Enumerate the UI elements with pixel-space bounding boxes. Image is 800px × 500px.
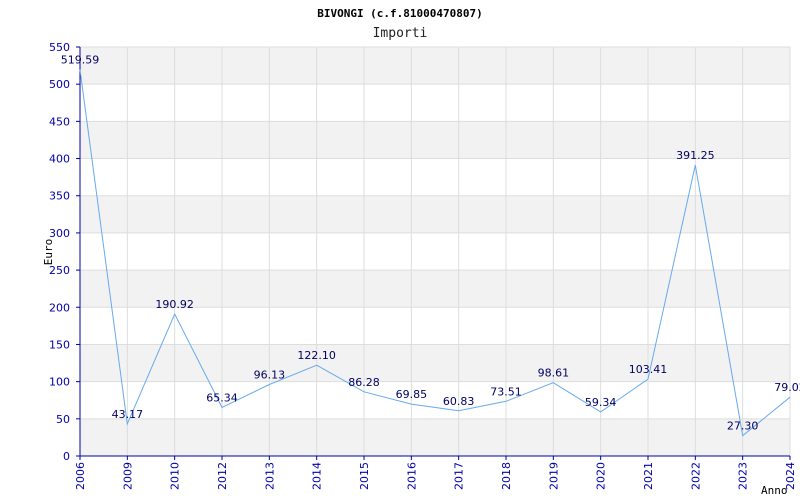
data-label: 190.92 bbox=[155, 298, 194, 311]
x-axis-ticks: 2006 2009 2010 2012 2013 2014 2015 2016 2017 2018… bbox=[74, 456, 797, 490]
y-tick-label: 450 bbox=[49, 115, 70, 128]
chart-title: BIVONGI (c.f.81000470807) bbox=[317, 7, 483, 20]
grid-bands bbox=[80, 47, 790, 456]
y-axis-label: Euro bbox=[42, 239, 55, 266]
x-tick-label: 2006 bbox=[74, 462, 87, 490]
y-tick-label: 50 bbox=[56, 413, 70, 426]
grid-band bbox=[80, 344, 790, 382]
x-tick-label: 2013 bbox=[263, 462, 276, 490]
line-chart: 050100150200250300350400450500550 2006 20… bbox=[42, 7, 800, 497]
data-label: 122.10 bbox=[297, 349, 336, 362]
data-label: 59.34 bbox=[585, 396, 617, 409]
data-label: 43.17 bbox=[112, 408, 144, 421]
y-tick-label: 350 bbox=[49, 190, 70, 203]
data-label: 79.02 bbox=[774, 381, 800, 394]
data-label: 65.34 bbox=[206, 391, 238, 404]
x-tick-label: 2023 bbox=[737, 462, 750, 490]
axes bbox=[79, 47, 790, 457]
x-tick-label: 2015 bbox=[358, 462, 371, 490]
data-label: 98.61 bbox=[538, 367, 570, 380]
y-tick-label: 550 bbox=[49, 41, 70, 54]
y-tick-label: 0 bbox=[63, 450, 70, 463]
gridlines bbox=[79, 46, 791, 457]
grid-band bbox=[80, 47, 790, 85]
y-tick-label: 500 bbox=[49, 78, 70, 91]
data-label: 96.13 bbox=[254, 369, 286, 382]
data-label: 391.25 bbox=[676, 149, 715, 162]
chart-subtitle: Importi bbox=[373, 26, 428, 41]
x-axis-label: Anno bbox=[761, 484, 788, 497]
x-tick-label: 2014 bbox=[311, 462, 324, 490]
y-tick-label: 100 bbox=[49, 376, 70, 389]
data-label: 73.51 bbox=[490, 385, 522, 398]
x-tick-label: 2020 bbox=[595, 462, 608, 490]
grid-band bbox=[80, 195, 790, 233]
data-label: 86.28 bbox=[348, 376, 380, 389]
data-label: 27.30 bbox=[727, 420, 759, 433]
x-tick-label: 2018 bbox=[500, 462, 513, 490]
x-tick-label: 2016 bbox=[405, 462, 418, 490]
y-tick-label: 150 bbox=[49, 338, 70, 351]
data-label: 69.85 bbox=[396, 388, 428, 401]
x-tick-label: 2017 bbox=[453, 462, 466, 490]
data-label: 60.83 bbox=[443, 395, 475, 408]
y-tick-label: 400 bbox=[49, 153, 70, 166]
x-tick-label: 2010 bbox=[169, 462, 182, 490]
x-tick-label: 2012 bbox=[216, 462, 229, 490]
x-tick-label: 2022 bbox=[689, 462, 702, 490]
x-tick-label: 2019 bbox=[547, 462, 560, 490]
data-label: 103.41 bbox=[629, 363, 668, 376]
grid-band bbox=[80, 418, 790, 456]
y-tick-label: 200 bbox=[49, 301, 70, 314]
data-label: 519.59 bbox=[61, 54, 100, 67]
y-tick-label: 300 bbox=[49, 227, 70, 240]
x-tick-label: 2021 bbox=[642, 462, 655, 490]
x-tick-label: 2009 bbox=[121, 462, 134, 490]
